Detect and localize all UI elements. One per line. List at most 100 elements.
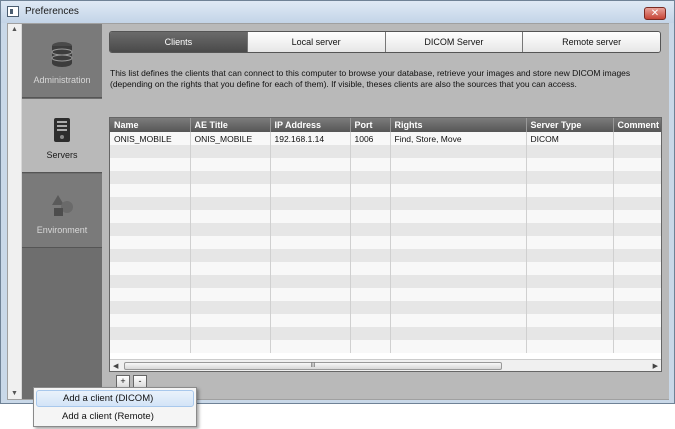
table-cell-empty [390,197,527,210]
close-button[interactable]: ✕ [644,7,666,20]
table-cell-empty [526,210,614,223]
table-cell-empty [390,145,527,158]
tab-local-server[interactable]: Local server [246,32,385,52]
table-cell-empty [526,184,614,197]
table-cell-empty [110,236,191,249]
table-cell-empty [613,262,661,275]
nav-label-administration: Administration [33,75,91,85]
table-cell-empty [390,184,527,197]
table-row-empty[interactable] [110,236,661,249]
scroll-up-icon[interactable]: ▲ [11,26,18,33]
column-header-server-type[interactable]: Server Type [526,118,614,132]
menu-item-add-dicom[interactable]: Add a client (DICOM) [36,390,194,407]
table-row-empty[interactable] [110,275,661,288]
nav-item-environment[interactable]: Environment [22,174,102,248]
tab-clients[interactable]: Clients [110,32,247,52]
nav-label-servers: Servers [46,150,78,160]
table-cell-empty [390,249,527,262]
table-cell-empty [190,301,271,314]
nav-scrollbar[interactable]: ▲ ▼ [8,24,22,399]
table-row-empty[interactable] [110,301,661,314]
table-row-empty[interactable] [110,314,661,327]
column-header-ae-title[interactable]: AE Title [190,118,271,132]
cell-name: ONIS_MOBILE [110,132,191,145]
table-row-empty[interactable] [110,262,661,275]
nav-item-servers[interactable]: Servers [22,99,102,173]
window-icon [7,6,19,17]
table-cell-empty [526,197,614,210]
table-cell-empty [110,197,191,210]
table-cell-empty [350,314,391,327]
table-cell-empty [270,340,351,353]
clients-description: This list defines the clients that can c… [110,68,631,89]
table-cell-empty [190,236,271,249]
table-cell-empty [110,275,191,288]
table-cell-empty [110,262,191,275]
table-row-empty[interactable] [110,210,661,223]
scroll-thumb[interactable]: III [124,362,502,370]
column-header-rights[interactable]: Rights [390,118,527,132]
nav-item-administration[interactable]: Administration [22,24,102,98]
table-row-empty[interactable] [110,327,661,340]
scroll-down-icon[interactable]: ▼ [11,390,18,397]
table-cell-empty [526,145,614,158]
table-cell-empty [526,327,614,340]
table-row-empty[interactable] [110,223,661,236]
table-cell-empty [350,327,391,340]
scroll-left-icon[interactable]: ◀ [113,362,118,370]
table-row-empty[interactable] [110,171,661,184]
table-cell-empty [110,210,191,223]
table-cell-empty [110,223,191,236]
table-cell-empty [390,236,527,249]
table-row-empty[interactable] [110,145,661,158]
tab-remote-server[interactable]: Remote server [522,32,660,52]
table-row-empty[interactable] [110,340,661,353]
cell-comment [613,132,661,145]
server-icon [54,118,70,142]
scroll-right-icon[interactable]: ▶ [653,362,658,370]
cell-ip-address: 192.168.1.14 [270,132,351,145]
table-cell-empty [110,327,191,340]
table-cell-empty [613,223,661,236]
table-cell-empty [190,262,271,275]
table-cell-empty [190,340,271,353]
table-cell-empty [350,288,391,301]
column-header-port[interactable]: Port [350,118,391,132]
table-row-empty[interactable] [110,249,661,262]
table-cell-empty [526,314,614,327]
menu-item-add-remote[interactable]: Add a client (Remote) [36,408,194,425]
table-cell-empty [110,171,191,184]
table-cell-empty [350,171,391,184]
table-row-empty[interactable] [110,184,661,197]
table-cell-empty [526,236,614,249]
table-cell-empty [613,327,661,340]
table-row-empty[interactable] [110,158,661,171]
table-row[interactable]: ONIS_MOBILE ONIS_MOBILE 192.168.1.14 100… [110,132,661,145]
column-header-ip-address[interactable]: IP Address [270,118,351,132]
cell-server-type: DICOM [526,132,614,145]
table-cell-empty [350,158,391,171]
preferences-nav: Administration Servers Environment [22,24,102,399]
column-header-name[interactable]: Name [110,118,191,132]
table-cell-empty [350,275,391,288]
table-cell-empty [190,197,271,210]
title-bar[interactable]: Preferences ✕ [1,1,674,23]
table-cell-empty [613,275,661,288]
table-cell-empty [270,197,351,210]
table-cell-empty [190,145,271,158]
table-cell-empty [526,249,614,262]
tab-dicom-server[interactable]: DICOM Server [384,32,523,52]
table-cell-empty [110,288,191,301]
table-cell-empty [270,223,351,236]
tab-bar: Clients Local server DICOM Server Remote… [109,31,661,53]
table-cell-empty [110,184,191,197]
clients-table[interactable]: Name AE Title IP Address Port Rights Ser… [109,117,662,372]
table-cell-empty [350,210,391,223]
horizontal-scrollbar[interactable]: ◀ III ▶ [110,359,661,371]
table-cell-empty [613,340,661,353]
column-header-comment[interactable]: Comment [613,118,661,132]
table-row-empty[interactable] [110,197,661,210]
table-cell-empty [350,236,391,249]
table-row-empty[interactable] [110,288,661,301]
table-cell-empty [190,275,271,288]
